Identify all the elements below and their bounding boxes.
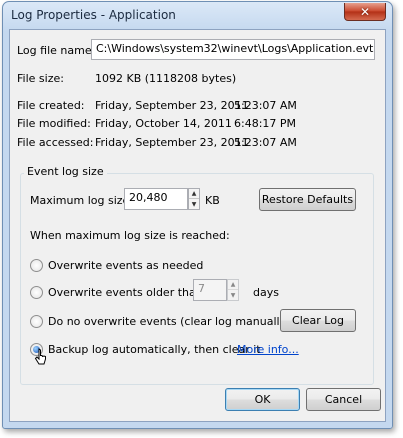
ok-label: OK: [254, 393, 271, 406]
restore-defaults-button[interactable]: Restore Defaults: [259, 188, 356, 211]
days-spin-down-icon[interactable]: ▼: [228, 290, 238, 300]
file-size-label: File size:: [17, 72, 64, 85]
cancel-label: Cancel: [324, 393, 363, 406]
max-log-size-label: Maximum log size:: [30, 194, 133, 207]
days-spin-up-icon[interactable]: ▲: [228, 280, 238, 290]
do-not-overwrite-label[interactable]: Do no overwrite events (clear log manual…: [48, 315, 290, 328]
ok-button[interactable]: OK: [225, 388, 300, 411]
close-icon: ✕: [359, 4, 371, 19]
log-file-name-field[interactable]: C:\Windows\system32\winevt\Logs\Applicat…: [91, 39, 375, 60]
file-accessed-label: File accessed:: [17, 136, 94, 149]
file-modified-label: File modified:: [17, 117, 91, 130]
backup-log-label[interactable]: Backup log automatically, then clear it: [48, 343, 261, 356]
days-unit: days: [253, 286, 279, 299]
max-log-size-value: 20,480: [129, 191, 168, 204]
file-created-date: Friday, September 23, 2011: [95, 99, 249, 112]
overwrite-older-than-radio[interactable]: [30, 286, 43, 299]
overwrite-older-than-label[interactable]: Overwrite events older than: [48, 286, 203, 299]
file-accessed-date: Friday, September 23, 2011: [95, 136, 249, 149]
more-info-link[interactable]: More info...: [237, 343, 299, 356]
do-not-overwrite-radio[interactable]: [30, 315, 43, 328]
file-modified-date: Friday, October 14, 2011: [95, 117, 232, 130]
cancel-button[interactable]: Cancel: [306, 388, 381, 411]
spin-up-icon[interactable]: ▲: [189, 189, 199, 199]
file-modified-time: 6:48:17 PM: [234, 117, 297, 130]
file-size-value: 1092 KB (1118208 bytes): [95, 72, 237, 85]
clear-log-button[interactable]: Clear Log: [280, 309, 356, 332]
when-reached-label: When maximum log size is reached:: [30, 229, 230, 242]
mouse-cursor-icon: [34, 348, 46, 365]
days-input[interactable]: 7: [193, 279, 227, 301]
dialog-body: Log file name: C:\Windows\system32\winev…: [9, 29, 386, 422]
clear-log-label: Clear Log: [292, 314, 344, 327]
restore-defaults-label: Restore Defaults: [261, 193, 354, 206]
close-button[interactable]: ✕: [344, 3, 386, 21]
file-created-time: 5:23:07 AM: [234, 99, 297, 112]
days-value: 7: [198, 282, 205, 295]
window-title: Log Properties - Application: [11, 8, 176, 22]
log-file-name-label: Log file name:: [17, 44, 96, 57]
log-file-name-value: C:\Windows\system32\winevt\Logs\Applicat…: [96, 42, 375, 55]
days-spinner[interactable]: ▲ ▼: [227, 279, 239, 301]
spin-down-icon[interactable]: ▼: [189, 199, 199, 209]
max-log-size-input[interactable]: 20,480: [124, 188, 188, 210]
file-accessed-time: 5:23:07 AM: [234, 136, 297, 149]
event-log-size-legend: Event log size: [24, 165, 107, 178]
max-log-size-spinner[interactable]: ▲ ▼: [188, 188, 200, 210]
overwrite-as-needed-label[interactable]: Overwrite events as needed: [48, 259, 203, 272]
overwrite-as-needed-radio[interactable]: [30, 259, 43, 272]
title-bar[interactable]: Log Properties - Application ✕: [3, 2, 392, 28]
dialog-window: Log Properties - Application ✕ Log file …: [2, 1, 393, 429]
file-created-label: File created:: [17, 99, 85, 112]
max-log-size-unit: KB: [205, 194, 220, 207]
